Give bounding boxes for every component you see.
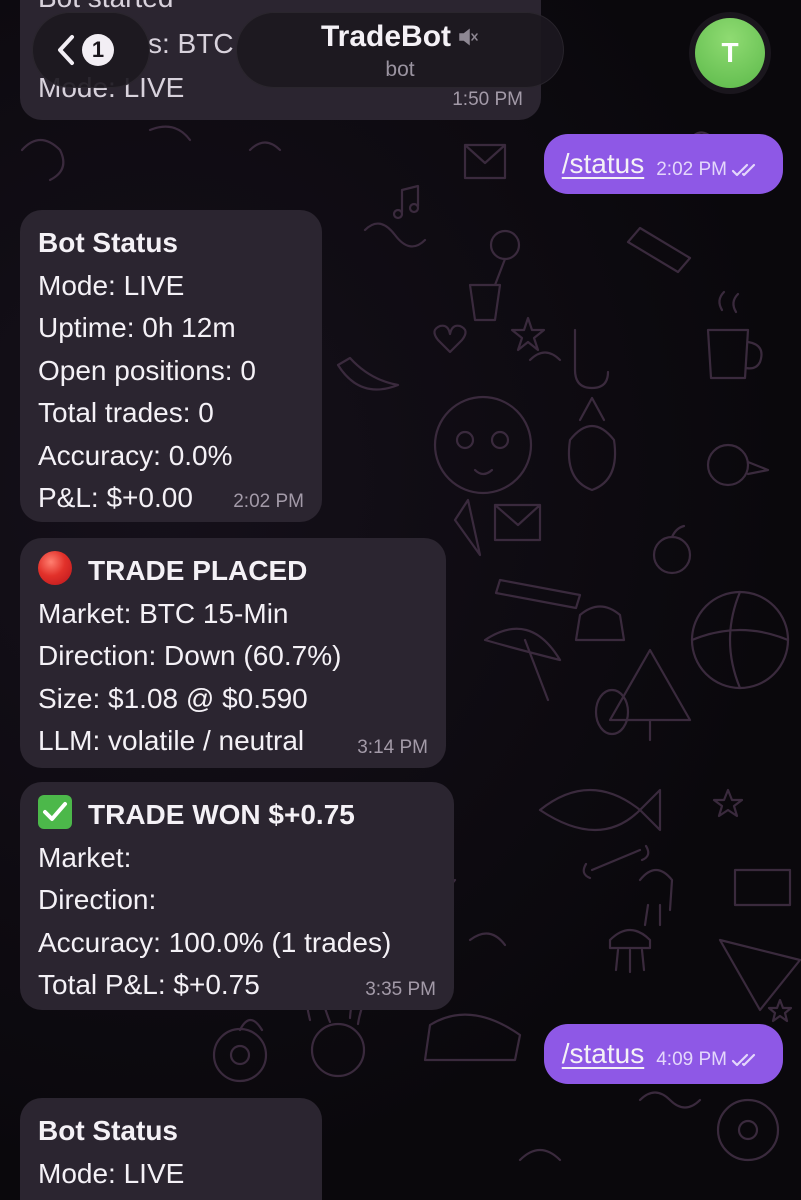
message-title: TRADE PLACED	[88, 555, 308, 586]
chat-title-text: TradeBot	[320, 20, 452, 53]
avatar: T	[695, 18, 765, 88]
message-time: 3:35 PM	[365, 979, 436, 1000]
message-line: Accuracy: 0.0%	[38, 439, 233, 471]
double-check-icon	[731, 1053, 756, 1067]
trade-placed-message: TRADE PLACED Market: BTC 15-Min Directio…	[20, 538, 446, 768]
message-title: Bot Status	[38, 227, 178, 258]
message-line: Accuracy: 100.0% (1 trades)	[38, 926, 392, 958]
check-mark-icon	[38, 795, 72, 829]
chat-title-button[interactable]: TradeBot bot	[236, 12, 564, 88]
message-line: Uptime: 0h 12m	[38, 312, 236, 343]
message-line: Total trades: 0	[38, 397, 214, 428]
message-line: Direction: Down (60.7%)	[38, 640, 342, 671]
bot-status-message: Bot Status Mode: LIVE	[20, 1098, 322, 1200]
chat-screen: Bot started s: BTC Mode: LIVE 1:50 PM 1 …	[0, 0, 801, 1200]
message-line: Size: $1.08 @ $0.590	[38, 682, 308, 714]
command-link[interactable]: /status	[562, 134, 644, 194]
message-line: s: BTC	[148, 28, 234, 59]
message-line: Mode: LIVE	[38, 269, 185, 301]
message-time: 1:50 PM	[452, 89, 523, 110]
message-title: TRADE WON $+0.75	[88, 799, 355, 830]
bot-status-message: Bot Status Mode: LIVE Uptime: 0h 12m Ope…	[20, 210, 322, 522]
message-time: 4:09 PM	[656, 1050, 761, 1070]
chat-title: TradeBot	[236, 20, 564, 54]
back-button[interactable]: 1	[32, 12, 150, 88]
double-check-icon	[731, 163, 756, 177]
outgoing-message: /status 2:02 PM	[543, 134, 783, 194]
message-title: Bot Status	[38, 1115, 178, 1146]
command-link[interactable]: /status	[562, 1024, 644, 1084]
trade-won-message: TRADE WON $+0.75 Market: Direction: Accu…	[20, 782, 454, 1010]
message-time: 2:02 PM	[233, 491, 304, 512]
unread-count-badge: 1	[82, 34, 114, 66]
outgoing-message: /status 4:09 PM	[543, 1024, 783, 1084]
message-line: Market:	[38, 841, 132, 873]
message-line: Market: BTC 15-Min	[38, 597, 289, 629]
message-time: 3:14 PM	[357, 737, 428, 758]
message-line: Direction:	[38, 884, 157, 915]
message-title-row: TRADE WON $+0.75	[38, 794, 436, 837]
message-line: Mode: LIVE	[38, 1157, 185, 1189]
chat-subtitle: bot	[385, 58, 415, 81]
muted-speaker-icon	[459, 28, 478, 46]
chevron-left-icon	[58, 35, 74, 65]
message-time: 2:02 PM	[656, 160, 761, 180]
message-title-row: TRADE PLACED	[38, 550, 428, 593]
message-line: Open positions: 0	[38, 354, 256, 386]
red-circle-icon	[38, 551, 72, 585]
chat-avatar-button[interactable]: T	[689, 12, 771, 94]
